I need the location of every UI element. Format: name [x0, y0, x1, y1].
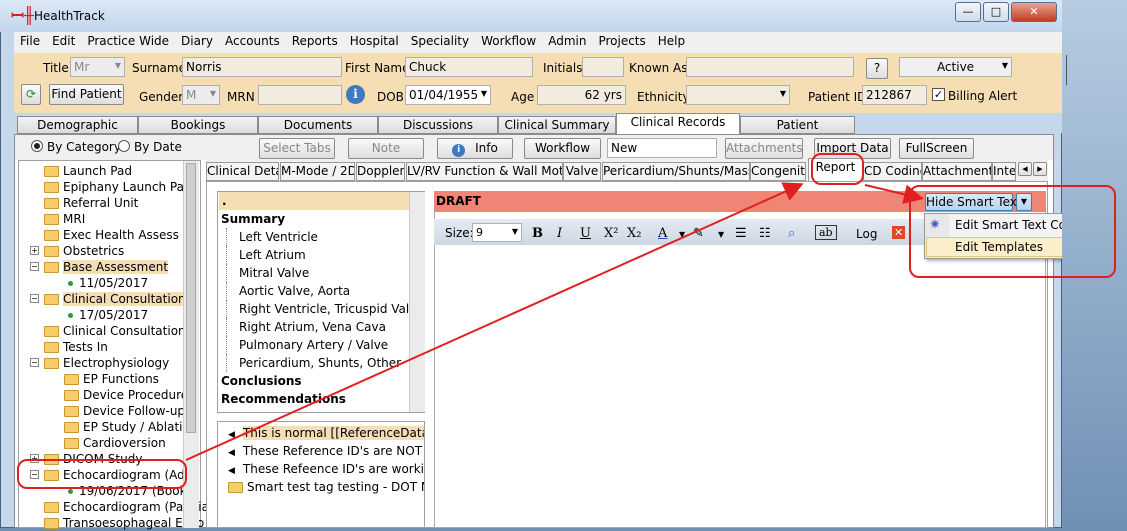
annotation-arrow-2 [864, 184, 924, 205]
annotation-arrows [185, 182, 924, 461]
annotation-arrow-1 [185, 182, 804, 461]
